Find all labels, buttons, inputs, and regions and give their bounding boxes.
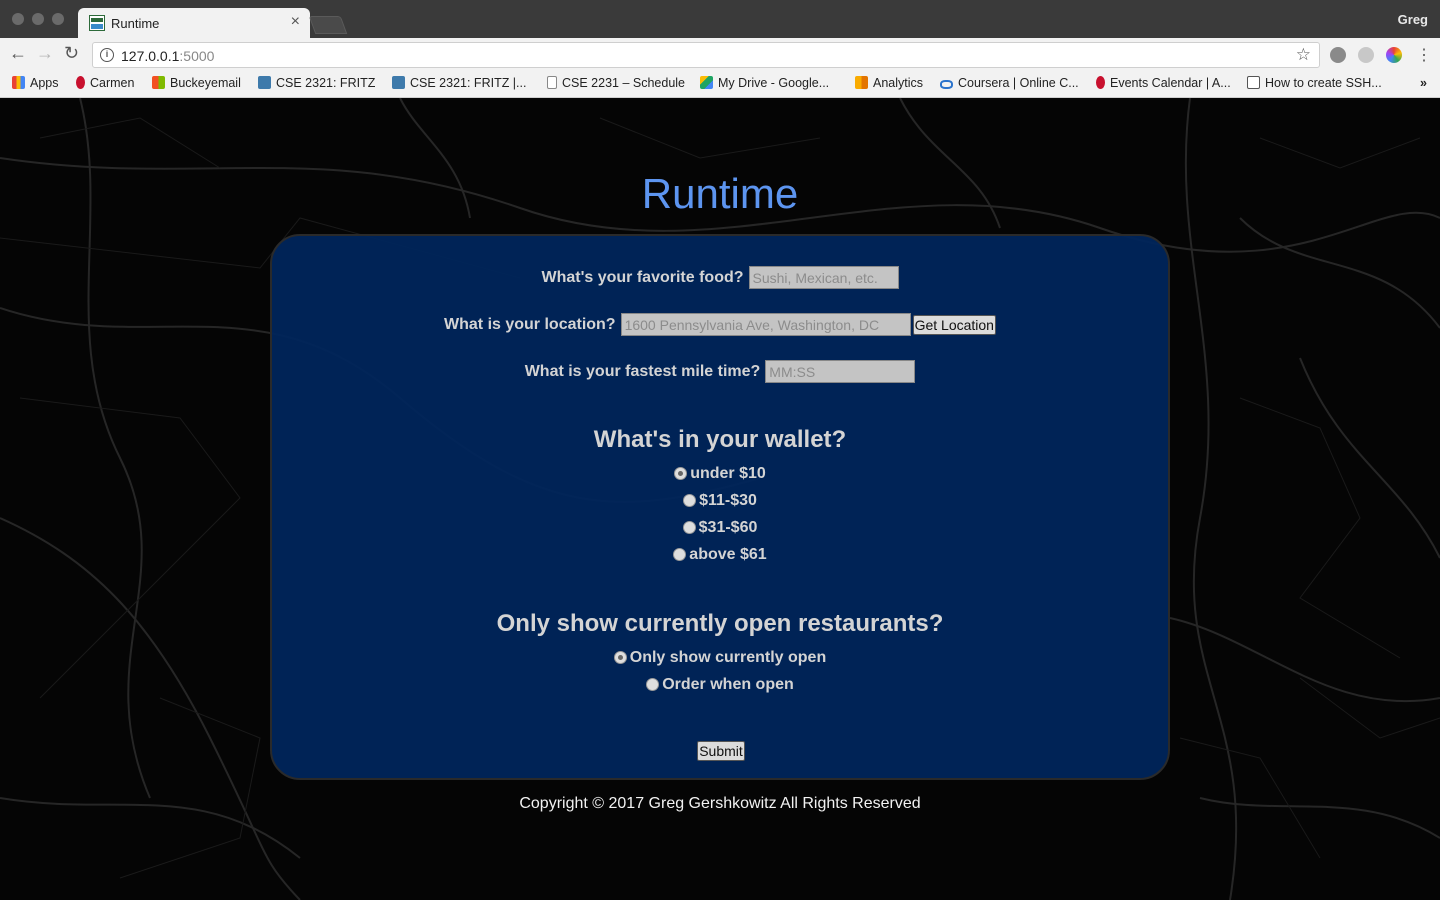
bookmark-cse-2231-schedule[interactable]: CSE 2231 – Schedule	[547, 76, 685, 90]
wallet-heading-row: What's in your wallet?	[272, 426, 1168, 454]
open-option[interactable]: Only show currently open	[272, 649, 1168, 667]
bookmark-ssh[interactable]: How to create SSH...	[1247, 76, 1382, 90]
wallet-option[interactable]: under $10	[272, 465, 1168, 483]
wallet-radio-above-61[interactable]	[673, 548, 687, 561]
bookmark-apps[interactable]: Apps	[12, 76, 59, 90]
reload-icon[interactable]: ↻	[64, 43, 79, 64]
microsoft-icon	[152, 76, 165, 89]
location-row: What is your location? 1600 Pennsylvania …	[272, 313, 1168, 336]
adblock-extension-icon[interactable]	[1330, 47, 1346, 63]
new-tab-button[interactable]	[308, 16, 348, 34]
bookmark-analytics[interactable]: Analytics	[855, 76, 923, 90]
wallet-option-label: $31-$60	[698, 519, 758, 536]
get-location-button[interactable]: Get Location	[912, 314, 996, 335]
site-info-icon[interactable]: i	[100, 48, 114, 62]
wallet-option-label: under $10	[690, 465, 766, 482]
copyright-footer: Copyright © 2017 Greg Gershkowitz All Ri…	[519, 795, 921, 812]
analytics-icon	[855, 76, 868, 89]
food-label: What's your favorite food?	[541, 268, 744, 286]
apps-grid-icon	[12, 76, 25, 89]
document-icon	[547, 76, 557, 89]
address-bar[interactable]: i 127.0.0.1:5000 ☆	[92, 42, 1320, 68]
profile-name[interactable]: Greg	[1398, 12, 1428, 27]
submit-row: Submit	[272, 741, 1168, 761]
bookmark-cse-2321-fritz[interactable]: CSE 2321: FRITZ	[258, 76, 375, 90]
google-drive-icon	[700, 76, 713, 89]
wallet-radio-31-60[interactable]	[682, 521, 696, 534]
location-label: What is your location?	[444, 315, 616, 333]
bookmarks-bar: Apps Carmen Buckeyemail CSE 2321: FRITZ …	[0, 72, 1440, 98]
open-radio-order-when-open[interactable]	[646, 678, 660, 691]
mile-label: What is your fastest mile time?	[524, 362, 761, 380]
wallet-heading: What's in your wallet?	[593, 426, 847, 453]
piazza-icon	[258, 76, 271, 89]
browser-toolbar: ← → ↻ i 127.0.0.1:5000 ☆ ⋮	[0, 38, 1440, 72]
minimize-window-button[interactable]	[32, 13, 44, 25]
bookmark-events-calendar[interactable]: Events Calendar | A...	[1096, 76, 1231, 90]
open-heading-row: Only show currently open restaurants?	[272, 610, 1168, 638]
location-input[interactable]: 1600 Pennsylvania Ave, Washington, DC	[620, 313, 911, 336]
wallet-option[interactable]: $11-$30	[272, 492, 1168, 510]
coursera-icon	[940, 80, 953, 89]
wallet-option-label: $11-$30	[699, 492, 757, 509]
open-option[interactable]: Order when open	[272, 676, 1168, 694]
mile-row: What is your fastest mile time? MM:SS	[272, 360, 1168, 383]
bookmark-my-drive[interactable]: My Drive - Google...	[700, 76, 829, 90]
maximize-window-button[interactable]	[52, 13, 64, 25]
food-input[interactable]: Sushi, Mexican, etc.	[748, 266, 899, 289]
events-icon	[1096, 76, 1105, 89]
url-text: 127.0.0.1:5000	[121, 48, 215, 64]
open-restaurants-heading: Only show currently open restaurants?	[496, 610, 944, 637]
wallet-radio-under-10[interactable]	[674, 467, 688, 480]
bookmark-cse-2321-fritz-2[interactable]: CSE 2321: FRITZ |...	[392, 76, 526, 90]
ssh-icon	[1247, 76, 1260, 89]
wallet-option[interactable]: above $61	[272, 546, 1168, 564]
browser-titlebar: Runtime × Greg	[0, 0, 1440, 38]
open-radio-currently-open[interactable]	[613, 651, 627, 664]
page-content: Runtime What's your favorite food? Sushi,…	[0, 98, 1440, 900]
open-option-label: Only show currently open	[629, 649, 827, 666]
wallet-radio-11-30[interactable]	[683, 494, 697, 507]
color-wheel-extension-icon[interactable]	[1386, 47, 1402, 63]
submit-button[interactable]: Submit	[697, 741, 745, 761]
open-option-label: Order when open	[662, 676, 794, 693]
wallet-option[interactable]: $31-$60	[272, 519, 1168, 537]
forward-arrow-icon[interactable]: →	[36, 43, 54, 64]
bookmark-buckeyemail[interactable]: Buckeyemail	[152, 76, 241, 90]
wallet-option-label: above $61	[689, 546, 767, 563]
page-title: Runtime	[641, 170, 799, 217]
browser-menu-icon[interactable]: ⋮	[1416, 45, 1432, 65]
search-form-panel: What's your favorite food? Sushi, Mexican…	[270, 234, 1170, 780]
tab-favicon-icon	[89, 15, 105, 31]
piazza-icon	[392, 76, 405, 89]
tab-title: Runtime	[111, 16, 160, 31]
back-arrow-icon[interactable]: ←	[9, 43, 27, 64]
extension-circle-icon[interactable]	[1358, 47, 1374, 63]
carmen-icon	[76, 76, 85, 89]
food-row: What's your favorite food? Sushi, Mexican…	[272, 266, 1168, 289]
bookmark-coursera[interactable]: Coursera | Online C...	[940, 76, 1079, 90]
browser-tab-runtime[interactable]: Runtime ×	[78, 8, 310, 38]
bookmark-star-icon[interactable]: ☆	[1296, 45, 1311, 65]
tab-close-icon[interactable]: ×	[291, 13, 300, 31]
mile-time-input[interactable]: MM:SS	[765, 360, 916, 383]
bookmarks-overflow-icon[interactable]: »	[1420, 76, 1427, 90]
close-window-button[interactable]	[12, 13, 24, 25]
bookmark-carmen[interactable]: Carmen	[76, 76, 134, 90]
